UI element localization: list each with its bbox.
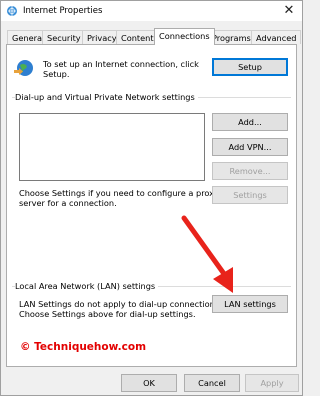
dialog-footer: OK Cancel Apply <box>1 367 302 395</box>
cancel-button[interactable]: Cancel <box>184 374 240 392</box>
tab-connections[interactable]: Connections <box>154 28 215 45</box>
apply-button[interactable]: Apply <box>245 374 299 392</box>
ok-button[interactable]: OK <box>121 374 177 392</box>
internet-properties-dialog: Internet Properties ✕ General Security P… <box>0 0 303 396</box>
watermark-text: © Techniquehow.com <box>20 341 147 353</box>
red-arrow-annotation <box>181 215 233 293</box>
